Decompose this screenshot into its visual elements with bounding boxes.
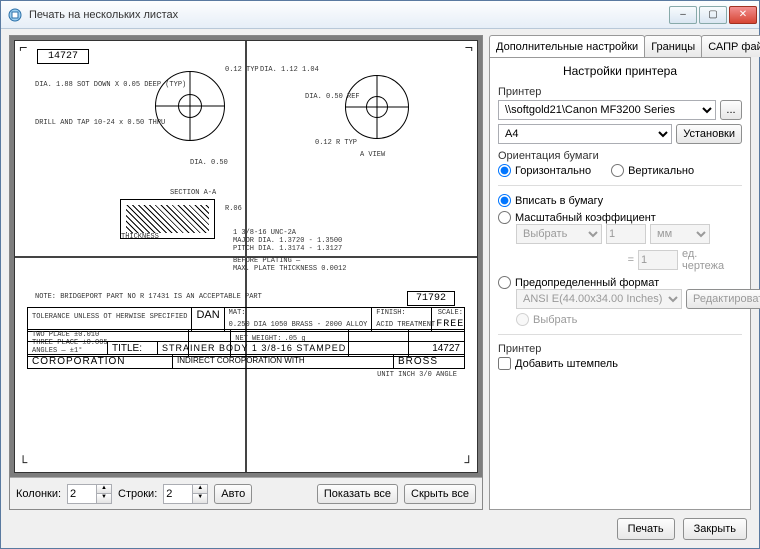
drawing-partno-right: 71792 <box>407 291 455 306</box>
hide-all-button[interactable]: Скрыть все <box>404 484 476 504</box>
crop-mark: ¬ <box>465 41 473 57</box>
add-stamp-checkbox[interactable]: Добавить штемпель <box>498 357 742 370</box>
close-window-button[interactable]: ✕ <box>729 6 757 24</box>
scale-factor-option[interactable]: Масштабный коэффициент <box>498 211 742 224</box>
printer-select[interactable]: \\softgold21\Canon MF3200 Series <box>498 100 716 120</box>
rows-down[interactable]: ▼ <box>193 494 207 503</box>
columns-label: Колонки: <box>16 488 61 500</box>
printer-browse-button[interactable]: ... <box>720 100 742 120</box>
print-button[interactable]: Печать <box>617 518 675 540</box>
columns-input[interactable] <box>67 484 97 504</box>
titlebar: Печать на нескольких листах – ▢ ✕ <box>1 1 759 29</box>
columns-down[interactable]: ▼ <box>97 494 111 503</box>
minimize-button[interactable]: – <box>669 6 697 24</box>
predefined-choose: Выбрать <box>516 313 742 326</box>
crop-mark: ⌐ <box>19 41 27 57</box>
preview-pane: ⌐ ¬ └ ┘ 14727 DIA. 1.88 SOT DOWN X 0.05 … <box>9 35 483 510</box>
maximize-button[interactable]: ▢ <box>699 6 727 24</box>
rows-input[interactable] <box>163 484 193 504</box>
panel-heading: Настройки принтера <box>498 64 742 78</box>
orientation-vertical[interactable]: Вертикально <box>611 164 694 177</box>
settings-tabs: Дополнительные настройки Границы САПР фа… <box>489 35 751 57</box>
orientation-horizontal[interactable]: Горизонтально <box>498 164 591 177</box>
scale-value-1 <box>606 224 646 244</box>
edit-format-button: Редактировать <box>686 289 760 309</box>
auto-button[interactable]: Авто <box>214 484 252 504</box>
settings-panel: Настройки принтера Принтер \\softgold21\… <box>489 57 751 510</box>
drawing-partno-top: 14727 <box>37 49 89 64</box>
drawing-sheet[interactable]: ⌐ ¬ └ ┘ 14727 DIA. 1.88 SOT DOWN X 0.05 … <box>14 40 478 473</box>
scale-value-2 <box>638 250 678 270</box>
drawing-circle-2 <box>345 75 409 139</box>
show-all-button[interactable]: Показать все <box>317 484 398 504</box>
scale-select: Выбрать <box>516 224 602 244</box>
rows-spinner[interactable]: ▲▼ <box>163 484 208 504</box>
predefined-format-option[interactable]: Предопределенный формат <box>498 276 742 289</box>
preview-footer: Колонки: ▲▼ Строки: ▲▼ Авто Показать все… <box>10 477 482 509</box>
app-icon <box>7 7 23 23</box>
tab-cad-file[interactable]: САПР файл <box>701 35 760 57</box>
printer-label: Принтер <box>498 86 742 98</box>
drawing-note: NOTE: BRIDGEPORT PART NO R 17431 IS AN A… <box>35 293 262 301</box>
close-button[interactable]: Закрыть <box>683 518 747 540</box>
orientation-label: Ориентация бумаги <box>498 150 742 162</box>
tab-borders[interactable]: Границы <box>644 35 702 57</box>
divider <box>498 334 742 335</box>
printer2-label: Принтер <box>498 343 742 355</box>
columns-up[interactable]: ▲ <box>97 485 111 494</box>
rows-up[interactable]: ▲ <box>193 485 207 494</box>
divider <box>498 185 742 186</box>
window-title: Печать на нескольких листах <box>29 9 667 21</box>
crop-mark: └ <box>19 456 27 472</box>
paper-select[interactable]: A4 <box>498 124 672 144</box>
tab-additional[interactable]: Дополнительные настройки <box>489 35 645 57</box>
columns-spinner[interactable]: ▲▼ <box>67 484 112 504</box>
fit-to-page-option[interactable]: Вписать в бумагу <box>498 194 742 207</box>
predefined-select: ANSI E(44.00x34.00 Inches) <box>516 289 682 309</box>
crop-mark: ┘ <box>465 456 473 472</box>
printer-setup-button[interactable]: Установки <box>676 124 742 144</box>
rows-label: Строки: <box>118 488 157 500</box>
dialog-footer: Печать Закрыть <box>1 510 759 548</box>
scale-unit-1: мм <box>650 224 710 244</box>
